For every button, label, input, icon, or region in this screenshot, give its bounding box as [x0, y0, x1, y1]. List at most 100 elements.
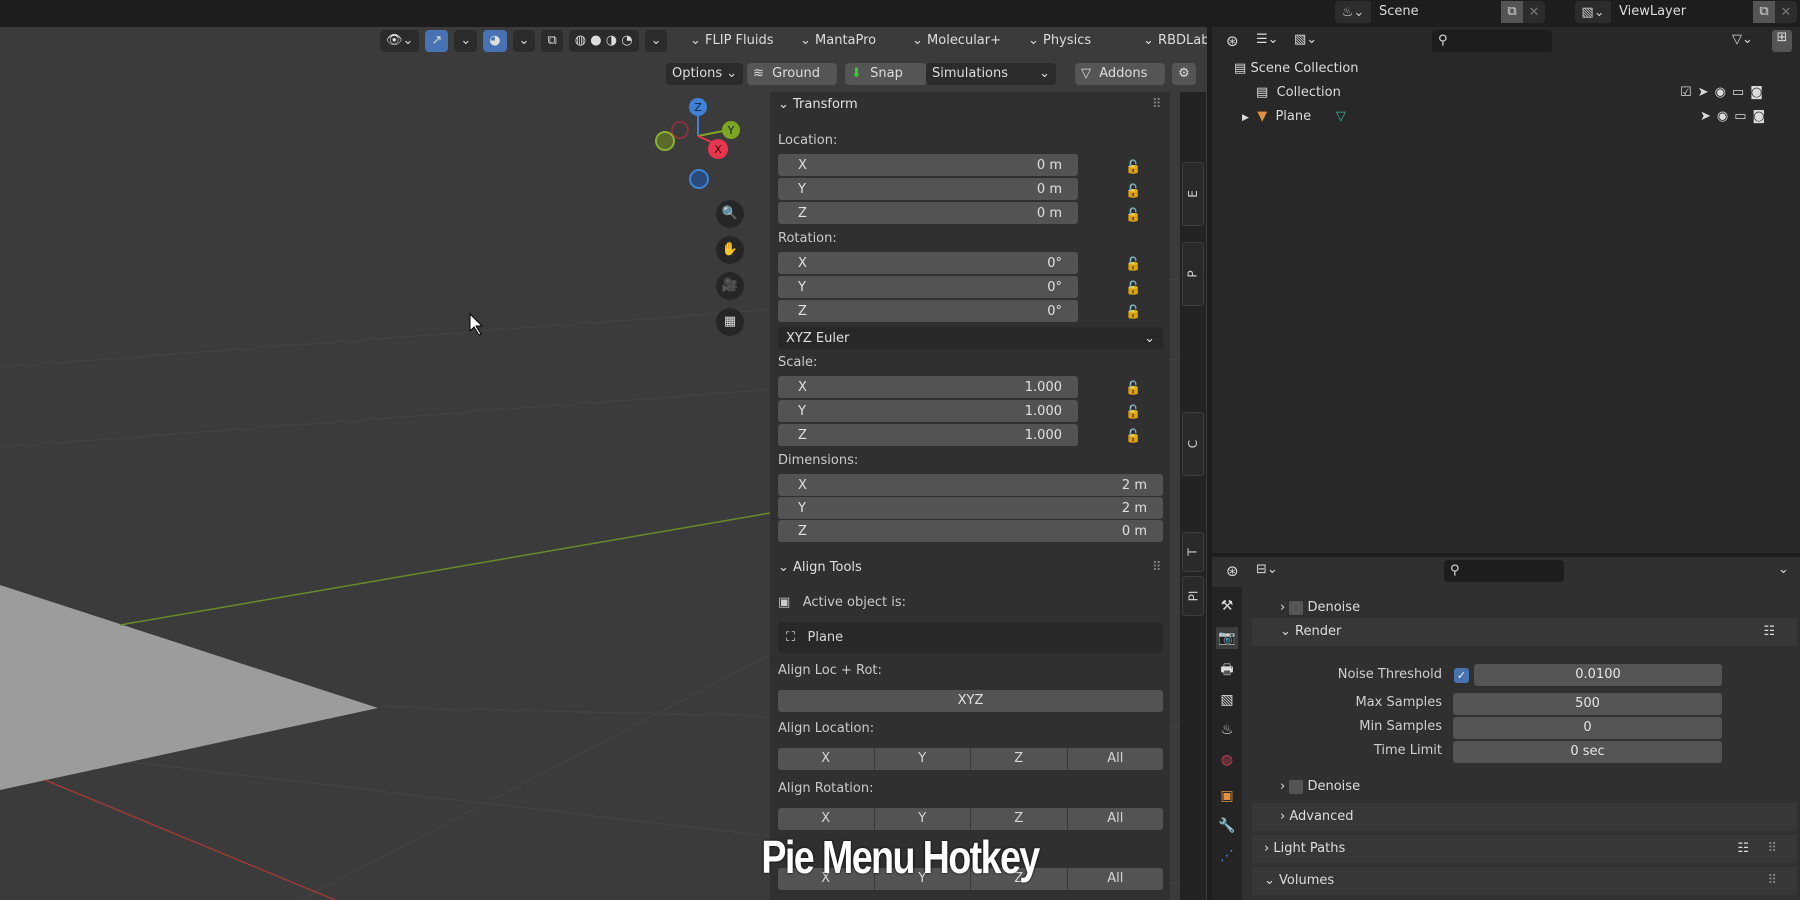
align-location-z-button[interactable]: Z	[971, 748, 1068, 770]
rendered-icon[interactable]: ◔	[621, 33, 632, 48]
outliner-search-input[interactable]: ⚲	[1432, 30, 1552, 52]
align-location-all-button[interactable]: All	[1067, 748, 1163, 770]
align-location-y-button[interactable]: Y	[874, 748, 971, 770]
active-object-field[interactable]: ⛶ Plane	[778, 622, 1163, 653]
properties-search-input[interactable]: ⚲	[1444, 560, 1564, 582]
menu-molecular[interactable]: ⌄ Molecular+	[912, 30, 1001, 52]
align-location-x-button[interactable]: X	[778, 748, 875, 770]
align-rotation-z-button[interactable]: Z	[971, 808, 1068, 830]
location-y-field[interactable]: Y0 m	[778, 178, 1078, 200]
display-mode-icon[interactable]: ☰⌄	[1256, 32, 1279, 47]
lock-icons[interactable]: 🔓 🔓 🔓 🔓 🔓 🔓 🔓 🔓 🔓	[1125, 156, 1141, 449]
properties-editor-icon[interactable]: ⊛	[1226, 562, 1239, 580]
copy-icon[interactable]: ⧉	[1501, 1, 1523, 23]
plane-restrict-toggles[interactable]: ➤◉▭◙	[1700, 109, 1771, 124]
dimensions-x-field[interactable]: X2 m	[778, 474, 1163, 496]
view-layer-filter-icon[interactable]: ▧⌄	[1294, 32, 1317, 47]
snap-icon: ⬇	[851, 66, 862, 81]
hand-pan-icon[interactable]: ✋	[716, 236, 744, 264]
max-samples-field[interactable]: 500	[1453, 693, 1722, 715]
tab-t[interactable]: T	[1182, 532, 1204, 572]
filter-icon[interactable]: ▽⌄	[1732, 32, 1753, 47]
chevron-down-icon[interactable]: ⌄	[512, 30, 536, 52]
tab-c[interactable]: C	[1182, 412, 1204, 476]
simulations-dropdown[interactable]: Simulations ⌄	[926, 63, 1056, 85]
drag-handle-icon[interactable]: ⠿	[1152, 97, 1162, 112]
align-loc-rot-xyz-button[interactable]: XYZ	[778, 690, 1163, 712]
solid-icon[interactable]: ●	[590, 33, 601, 48]
render-tab-icon[interactable]: 📷	[1216, 627, 1238, 649]
new-collection-icon[interactable]: ⊞	[1772, 30, 1792, 52]
align-tools-panel-header[interactable]: ⌄ Align Tools	[778, 560, 862, 575]
drag-handle-icon[interactable]: ⠿	[1152, 560, 1162, 575]
scene-name[interactable]: Scene	[1371, 1, 1501, 23]
outliner-editor-icon[interactable]: ⊛	[1226, 32, 1239, 50]
transform-panel-header[interactable]: ⌄ Transform	[778, 97, 858, 112]
location-z-field[interactable]: Z0 m	[778, 202, 1078, 224]
chevron-down-icon[interactable]: ⌄	[454, 30, 478, 52]
menu-physics[interactable]: ⌄ Physics	[1028, 30, 1091, 52]
overlays-icon[interactable]: ◕	[483, 30, 507, 52]
noise-threshold-checkbox[interactable]: ✓	[1454, 668, 1469, 683]
menu-flip-fluids[interactable]: ⌄ FLIP Fluids	[690, 30, 774, 52]
chevron-down-icon[interactable]: ⌄	[644, 30, 668, 52]
align-rotation-x-button[interactable]: X	[778, 808, 875, 830]
shading-modes[interactable]: ◍ ● ◑ ◔	[568, 30, 639, 52]
tab-pi[interactable]: PI	[1182, 576, 1204, 616]
view-layer-name[interactable]: ViewLayer	[1611, 1, 1753, 23]
xray-icon[interactable]: ⧉	[541, 30, 563, 52]
gizmo-toggle-icon[interactable]: ↗	[425, 30, 449, 52]
align-rotation-all-button[interactable]: All	[1067, 808, 1163, 830]
dimensions-y-field[interactable]: Y2 m	[778, 497, 1163, 519]
close-icon[interactable]: ✕	[1775, 5, 1797, 20]
rotation-mode-dropdown[interactable]: XYZ Euler ⌄	[778, 327, 1163, 349]
grid-perspective-icon[interactable]: ▦	[716, 308, 744, 336]
collection-restrict-toggles[interactable]: ☑➤◉▭◙	[1680, 85, 1769, 100]
outliner-item-collection[interactable]: ▤ Collection	[1256, 85, 1341, 100]
toggle-icon[interactable]: ⊟⌄	[1256, 562, 1278, 577]
mesh-object-icon: ▼	[1257, 109, 1268, 124]
top-bar: ♨⌄ Scene ⧉ ✕ ▧⌄ ViewLayer ⧉ ✕	[0, 0, 1800, 27]
tool-tab-icon[interactable]: ⚒	[1216, 595, 1238, 617]
gear-icon[interactable]: ⚙	[1172, 63, 1196, 85]
copy-icon[interactable]: ⧉	[1753, 1, 1775, 23]
outliner-item-scene-collection[interactable]: ▤ Scene Collection	[1234, 61, 1359, 76]
render-subpanel-header[interactable]: ⌄ Render ☷	[1252, 618, 1797, 646]
menu-mantapro[interactable]: ⌄ MantaPro	[800, 30, 876, 52]
options-dropdown[interactable]: Options ⌄	[666, 63, 744, 85]
rotation-x-field[interactable]: X 0°	[778, 252, 1078, 274]
chevron-down-icon[interactable]: ⌄	[1778, 562, 1789, 577]
tab-e[interactable]: E	[1182, 162, 1204, 226]
visibility-icon[interactable]: 👁⌄	[380, 30, 420, 52]
noise-threshold-field[interactable]: 0.0100	[1474, 664, 1722, 686]
zoom-icon[interactable]: 🔍	[716, 200, 744, 228]
outliner-item-plane[interactable]: ▶ ▼ Plane ▽	[1242, 109, 1346, 124]
close-icon[interactable]: ✕	[1523, 5, 1545, 20]
navigation-gizmo[interactable]: Z Y X	[640, 90, 740, 190]
time-limit-field[interactable]: 0 sec	[1453, 741, 1722, 763]
view-layer-selector[interactable]: ▧⌄ ViewLayer ⧉ ✕	[1575, 1, 1797, 23]
scene-selector[interactable]: ♨⌄ Scene ⧉ ✕	[1335, 1, 1545, 23]
rotation-z-field[interactable]: Z 0°	[778, 300, 1078, 322]
scale-z-field[interactable]: Z 1.000	[778, 424, 1078, 446]
wireframe-icon[interactable]: ◍	[575, 33, 586, 48]
svg-text:Y: Y	[727, 124, 735, 137]
scale-x-field[interactable]: X 1.000	[778, 376, 1078, 398]
snap-button[interactable]: ⬇ Snap	[845, 63, 927, 85]
advanced-subpanel[interactable]: › Advanced	[1252, 803, 1797, 831]
dimensions-z-field[interactable]: Z0 m	[778, 520, 1163, 542]
material-icon[interactable]: ◑	[606, 33, 617, 48]
tab-p[interactable]: P	[1182, 242, 1204, 306]
addons-button[interactable]: ▽ Addons	[1075, 63, 1165, 85]
ground-button[interactable]: ≋ Ground	[747, 63, 837, 85]
rotation-y-field[interactable]: Y 0°	[778, 276, 1078, 298]
scale-y-field[interactable]: Y 1.000	[778, 400, 1078, 422]
min-samples-field[interactable]: 0	[1453, 717, 1722, 739]
menu-rbdlab[interactable]: ⌄ RBDLab	[1143, 30, 1207, 52]
camera-icon[interactable]: 🎥	[716, 272, 744, 300]
align-rotation-y-button[interactable]: Y	[874, 808, 971, 830]
location-x-field[interactable]: X0 m	[778, 154, 1078, 176]
object-tab-icon[interactable]: ▣	[1216, 785, 1238, 807]
denoise-subpanel-2[interactable]: › Denoise	[1280, 773, 1800, 801]
camera-icon: ◙	[1752, 109, 1772, 124]
